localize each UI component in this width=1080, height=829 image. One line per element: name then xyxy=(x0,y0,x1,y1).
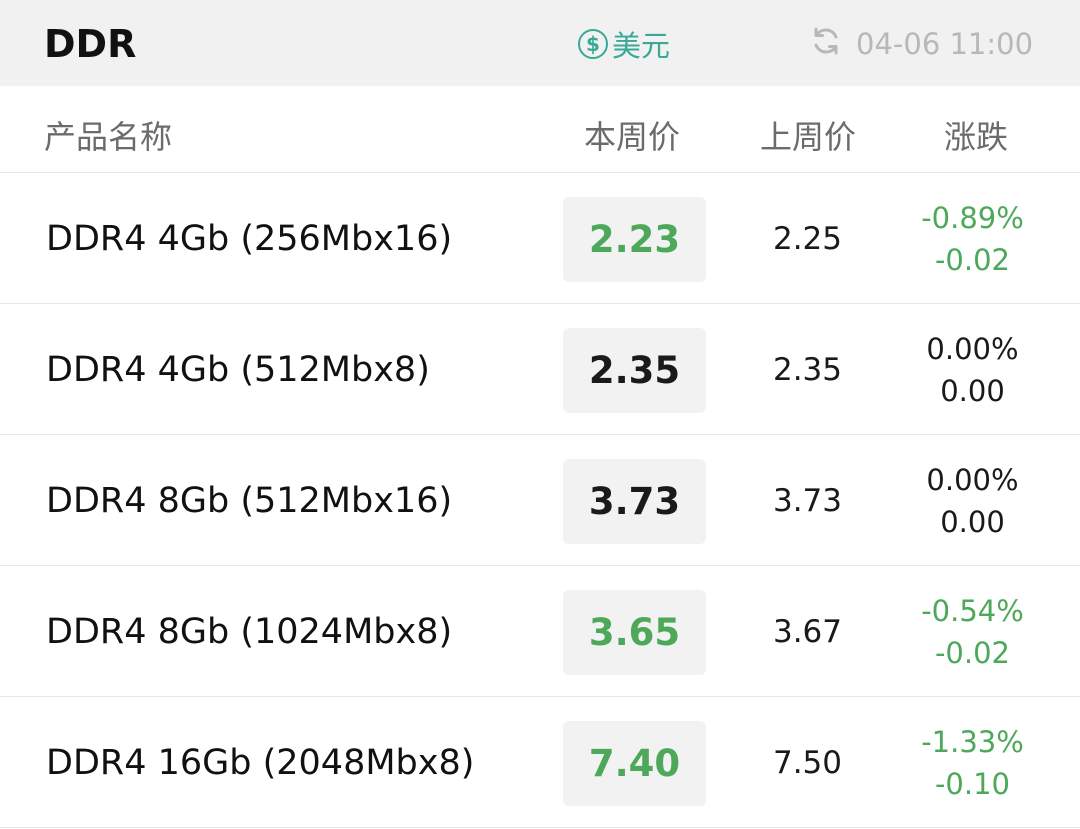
table-row[interactable]: DDR4 8Gb (512Mbx16) 3.73 3.73 0.00% 0.00 xyxy=(0,435,1080,566)
table-row[interactable]: DDR4 8Gb (1024Mbx8) 3.65 3.67 -0.54% -0.02 xyxy=(0,566,1080,697)
last-price: 2.35 xyxy=(772,351,843,388)
change-percent: 0.00% xyxy=(926,462,1019,497)
update-info[interactable]: 04-06 11:00 xyxy=(810,25,1033,63)
product-name: DDR4 8Gb (512Mbx16) xyxy=(46,480,453,521)
change-amount: 0.00 xyxy=(940,504,1005,539)
table-row[interactable]: DDR4 16Gb (2048Mbx8) 7.40 7.50 -1.33% -0.10 xyxy=(0,697,1080,828)
currency-toggle[interactable]: $ 美元 xyxy=(578,25,670,63)
currency-label: 美元 xyxy=(612,29,671,63)
table-row[interactable]: DDR4 4Gb (512Mbx8) 2.35 2.35 0.00% 0.00 xyxy=(0,304,1080,435)
price-change: 0.00% 0.00 xyxy=(895,304,1050,435)
current-price: 2.35 xyxy=(563,328,706,413)
product-name: DDR4 16Gb (2048Mbx8) xyxy=(46,742,475,783)
current-price: 3.65 xyxy=(563,590,706,675)
product-name: DDR4 4Gb (512Mbx8) xyxy=(46,349,430,390)
price-change: -1.33% -0.10 xyxy=(895,697,1050,828)
update-timestamp: 04-06 11:00 xyxy=(856,27,1034,61)
change-percent: -1.33% xyxy=(921,724,1024,759)
change-percent: -0.54% xyxy=(921,593,1024,628)
current-price: 7.40 xyxy=(563,721,706,806)
column-header-current[interactable]: 本周价 xyxy=(584,112,680,158)
last-price: 7.50 xyxy=(772,744,843,781)
change-amount: -0.02 xyxy=(934,242,1011,277)
table-header: 产品名称 本周价 上周价 涨跌 xyxy=(0,86,1080,173)
change-amount: -0.02 xyxy=(934,635,1011,670)
table-row[interactable]: DDR4 4Gb (256Mbx16) 2.23 2.25 -0.89% -0.02 xyxy=(0,173,1080,304)
last-price: 2.25 xyxy=(772,220,843,257)
change-percent: 0.00% xyxy=(926,331,1019,366)
product-name: DDR4 8Gb (1024Mbx8) xyxy=(46,611,453,652)
change-percent: -0.89% xyxy=(921,200,1024,235)
change-amount: -0.10 xyxy=(934,766,1011,801)
column-header-last[interactable]: 上周价 xyxy=(760,112,856,158)
dollar-icon: $ xyxy=(578,29,608,59)
refresh-icon[interactable] xyxy=(810,25,842,64)
price-change: 0.00% 0.00 xyxy=(895,435,1050,566)
column-header-name: 产品名称 xyxy=(44,118,173,156)
page-title: DDR xyxy=(44,22,137,66)
column-header-change[interactable]: 涨跌 xyxy=(944,112,1008,158)
change-amount: 0.00 xyxy=(940,373,1005,408)
last-price: 3.67 xyxy=(772,613,843,650)
current-price: 3.73 xyxy=(563,459,706,544)
last-price: 3.73 xyxy=(772,482,843,519)
top-bar: DDR $ 美元 04-06 11:00 xyxy=(0,0,1080,86)
price-change: -0.89% -0.02 xyxy=(895,173,1050,304)
product-name: DDR4 4Gb (256Mbx16) xyxy=(46,218,453,259)
current-price: 2.23 xyxy=(563,197,706,282)
price-change: -0.54% -0.02 xyxy=(895,566,1050,697)
